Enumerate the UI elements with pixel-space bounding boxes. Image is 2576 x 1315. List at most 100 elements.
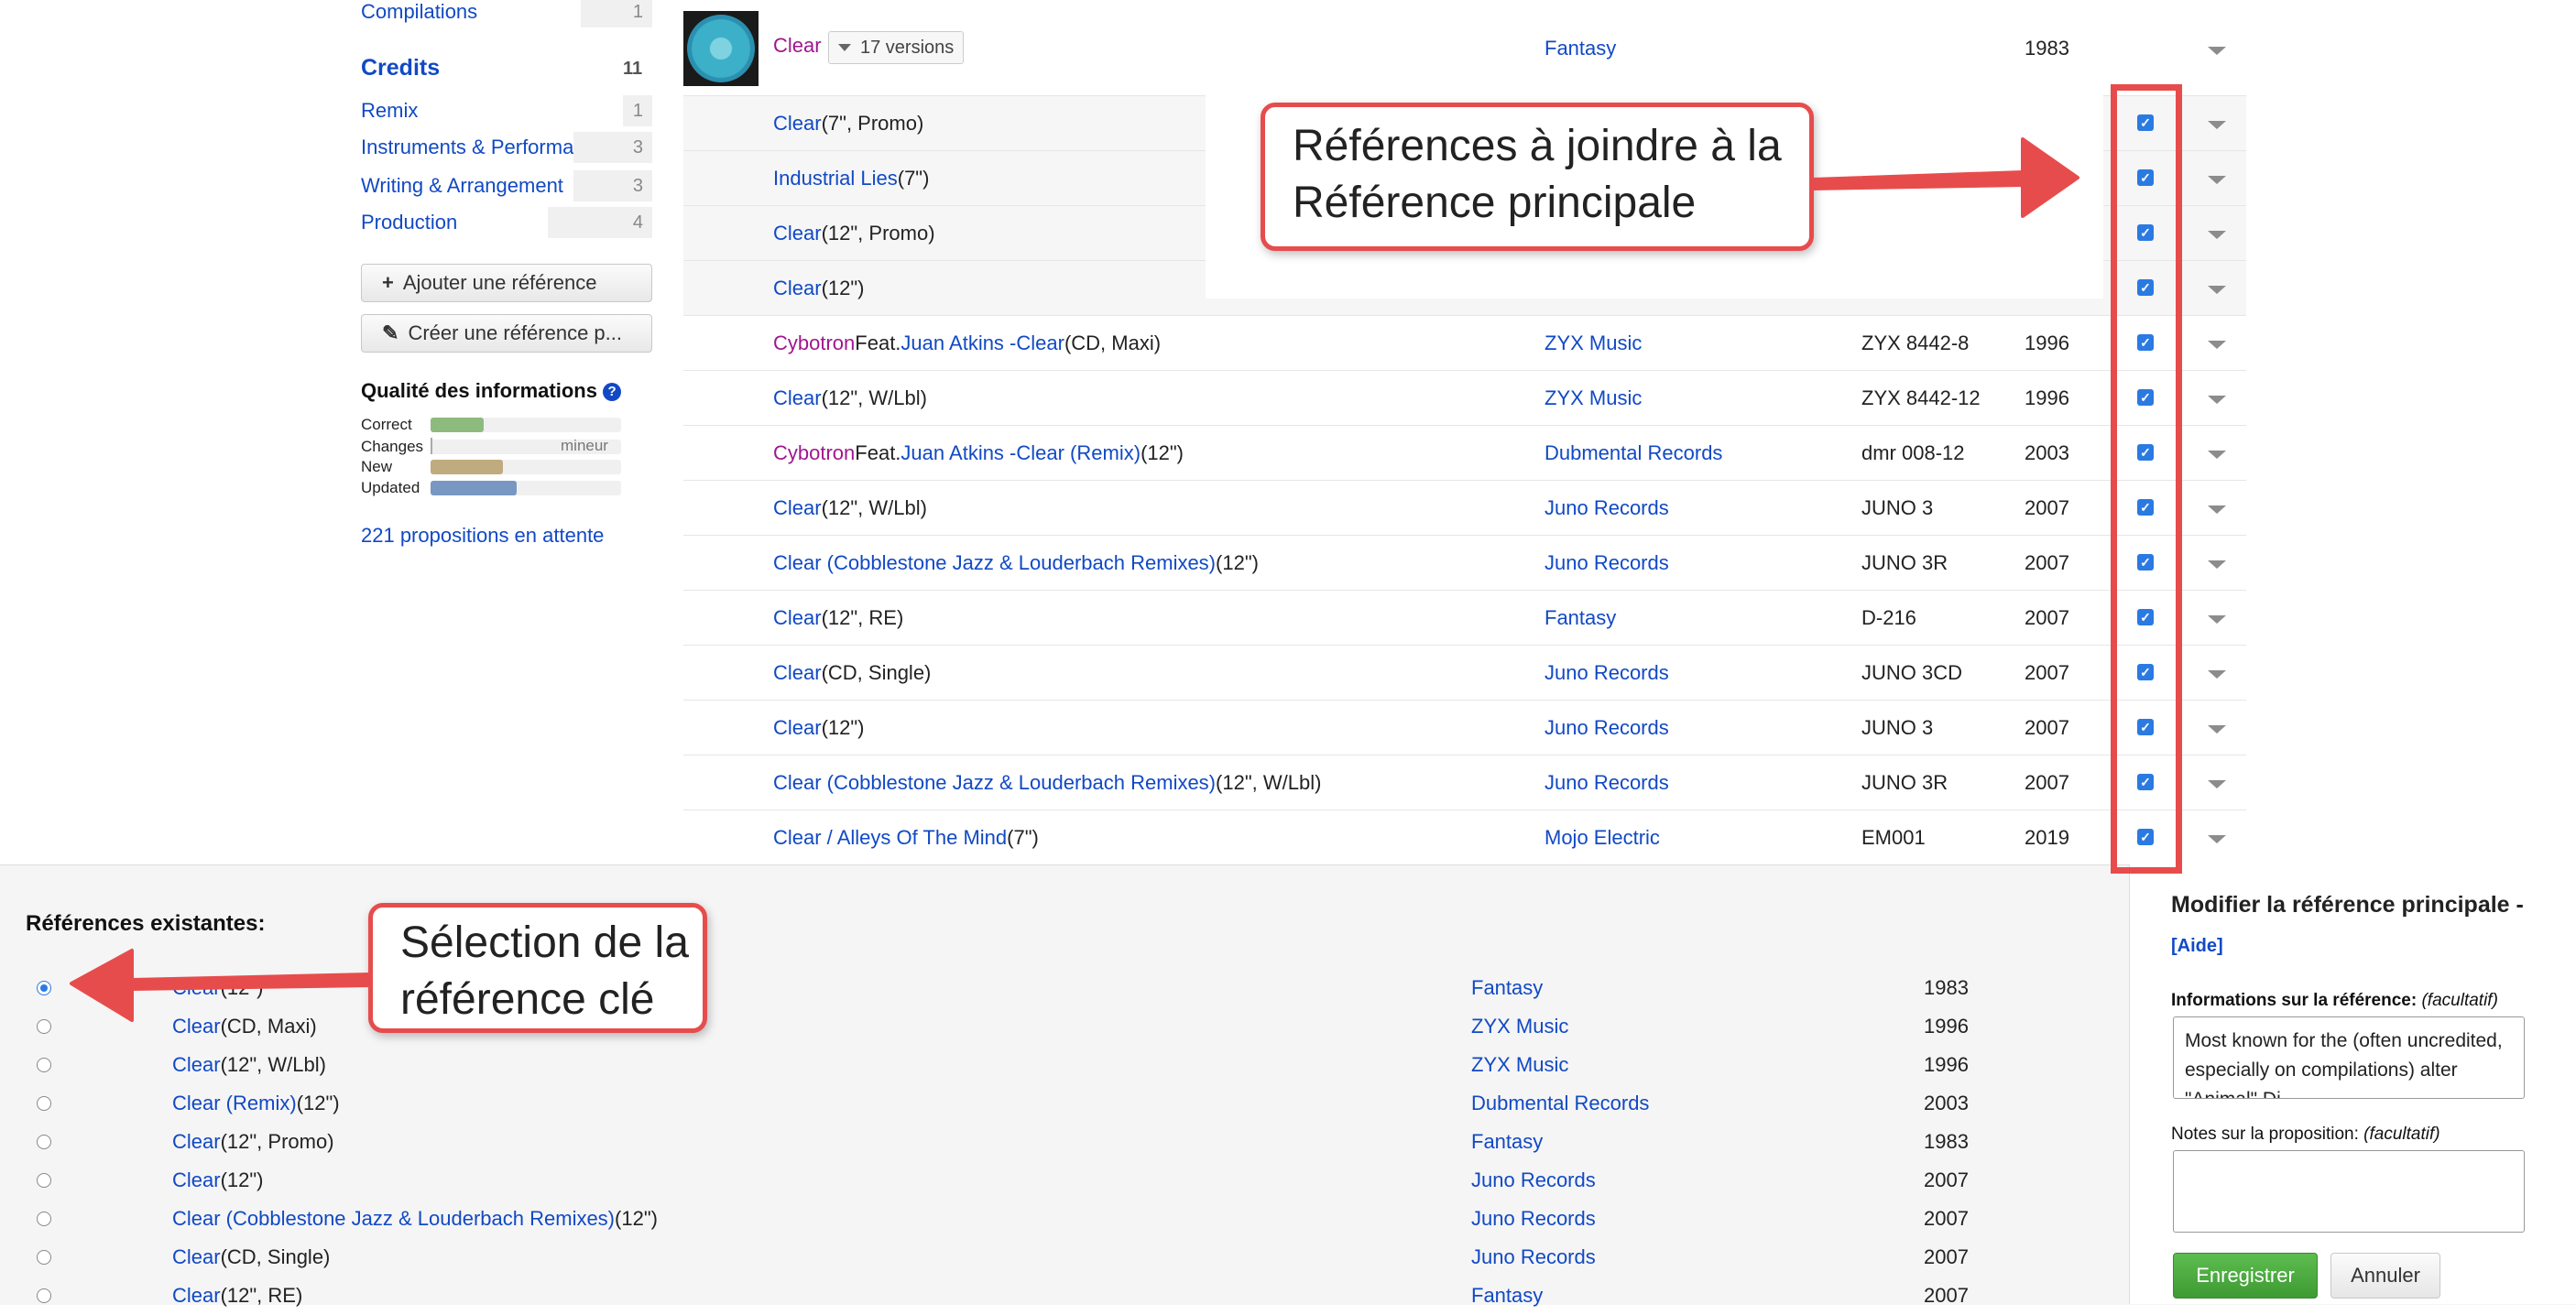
release-format: (12", W/Lbl) (821, 386, 927, 409)
release-title-link[interactable]: Clear (773, 716, 822, 740)
release-title-link[interactable]: Clear (Cobblestone Jazz & Louderbach Rem… (773, 771, 1216, 795)
key-reference-radio[interactable] (37, 1173, 51, 1188)
reference-label-link[interactable]: Dubmental Records (1471, 1084, 1649, 1123)
key-reference-radio[interactable] (37, 1019, 51, 1034)
help-link[interactable]: [Aide] (2171, 936, 2223, 957)
sidebar-item-label[interactable]: Remix (361, 99, 654, 123)
reference-year: 1996 (1924, 1015, 1969, 1038)
release-label-link[interactable]: Dubmental Records (1545, 426, 1722, 481)
master-label-link[interactable]: Fantasy (1545, 37, 1616, 60)
release-format: (7", Promo) (821, 112, 924, 135)
release-title-link[interactable]: Clear (773, 606, 822, 630)
chevron-down-icon[interactable] (2208, 396, 2226, 404)
reference-label-link[interactable]: ZYX Music (1471, 1046, 1568, 1084)
chevron-down-icon[interactable] (2208, 47, 2226, 55)
release-title-link[interactable]: Clear (773, 277, 822, 300)
chevron-down-icon[interactable] (2208, 231, 2226, 239)
reference-title-link[interactable]: Clear (Cobblestone Jazz & Louderbach Rem… (172, 1207, 615, 1231)
reference-title-link[interactable]: Clear (172, 1245, 221, 1269)
chevron-down-icon[interactable] (2208, 780, 2226, 788)
release-title-cell: Clear (12", Promo) (773, 206, 935, 261)
release-title-link[interactable]: Clear / Alleys Of The Mind (773, 826, 1007, 850)
save-button[interactable]: Enregistrer (2173, 1253, 2318, 1299)
reference-label-link[interactable]: Juno Records (1471, 1200, 1596, 1238)
key-reference-radio[interactable] (37, 1058, 51, 1072)
cover-thumbnail[interactable] (683, 11, 759, 86)
arrow-right-icon (1812, 137, 2079, 218)
chevron-down-icon[interactable] (2208, 560, 2226, 569)
chevron-down-icon[interactable] (2208, 121, 2226, 129)
master-title[interactable]: Clear (773, 34, 822, 58)
release-info-textarea[interactable]: Most known for the (often uncredited, es… (2173, 1016, 2525, 1099)
release-label-link[interactable]: Fantasy (1545, 591, 1616, 646)
chevron-down-icon[interactable] (2208, 835, 2226, 843)
reference-title-link[interactable]: Clear (172, 1284, 221, 1308)
reference-format: (12", Promo) (220, 1130, 334, 1153)
reference-label-link[interactable]: Juno Records (1471, 1161, 1596, 1200)
create-reference-button[interactable]: ✎ Créer une référence p... (361, 314, 652, 353)
chevron-down-icon[interactable] (2208, 615, 2226, 624)
quality-correct-label: Correct (361, 416, 412, 433)
artist-link[interactable]: Cybotron (773, 441, 855, 465)
master-title-text[interactable]: Clear (773, 34, 822, 57)
release-title-link[interactable]: Clear (773, 661, 822, 685)
add-reference-button[interactable]: + Ajouter une référence (361, 264, 652, 302)
reference-title-link[interactable]: Clear (172, 1168, 221, 1192)
artist-link[interactable]: Cybotron (773, 331, 855, 355)
release-label-link[interactable]: Juno Records (1545, 701, 1669, 755)
credits-heading[interactable]: Credits (361, 55, 440, 82)
chevron-down-icon[interactable] (2208, 176, 2226, 184)
release-year: 1996 (2025, 331, 2069, 354)
reference-year: 2007 (1924, 1168, 1969, 1191)
existing-references-title: Références existantes: (26, 911, 266, 936)
reference-label-link[interactable]: Fantasy (1471, 1123, 1543, 1161)
key-reference-radio[interactable] (37, 1250, 51, 1265)
release-label-link[interactable]: ZYX Music (1545, 371, 1642, 426)
chevron-down-icon[interactable] (2208, 286, 2226, 294)
chevron-down-icon[interactable] (2208, 341, 2226, 349)
release-title-link[interactable]: Clear (1016, 331, 1064, 355)
release-label-link[interactable]: Juno Records (1545, 646, 1669, 701)
help-icon[interactable]: ? (603, 383, 622, 401)
release-title-link[interactable]: Clear (773, 496, 822, 520)
existing-reference-row: Clear (Remix) (12") Dubmental Records 2003 (0, 1084, 2125, 1123)
reference-label-link[interactable]: Fantasy (1471, 969, 1543, 1007)
chevron-down-icon[interactable] (2208, 505, 2226, 514)
release-title-link[interactable]: Clear (Remix) (1016, 441, 1141, 465)
release-title-link[interactable]: Clear (Cobblestone Jazz & Louderbach Rem… (773, 551, 1216, 575)
release-label-link[interactable]: ZYX Music (1545, 316, 1642, 371)
release-title-link[interactable]: Clear (773, 386, 822, 410)
button-label: Ajouter une référence (402, 271, 597, 294)
pending-proposals-link[interactable]: 221 propositions en attente (361, 524, 604, 548)
release-label-link[interactable]: Mojo Electric (1545, 810, 1660, 865)
release-title-link[interactable]: Clear (773, 112, 822, 136)
release-title-cell: Cybotron Feat. Juan Atkins - Clear (Remi… (773, 426, 1184, 481)
reference-title-link[interactable]: Clear (172, 1053, 221, 1077)
release-label-link[interactable]: Juno Records (1545, 481, 1669, 536)
chevron-down-icon[interactable] (2208, 451, 2226, 459)
featured-artist-link[interactable]: Juan Atkins - (901, 331, 1016, 355)
reference-year: 2007 (1924, 1207, 1969, 1230)
key-reference-radio[interactable] (37, 1212, 51, 1226)
release-label-link[interactable]: Juno Records (1545, 536, 1669, 591)
reference-label-link[interactable]: ZYX Music (1471, 1007, 1568, 1046)
featured-artist-link[interactable]: Juan Atkins - (901, 441, 1016, 465)
reference-label-link[interactable]: Fantasy (1471, 1277, 1543, 1315)
reference-title-link[interactable]: Clear (Remix) (172, 1092, 297, 1115)
release-format: (CD, Maxi) (1064, 331, 1162, 354)
versions-toggle[interactable]: 17 versions (828, 31, 965, 64)
cancel-button[interactable]: Annuler (2330, 1253, 2440, 1299)
release-label-link[interactable]: Juno Records (1545, 755, 1669, 810)
key-reference-radio[interactable] (37, 981, 51, 995)
chevron-down-icon[interactable] (2208, 670, 2226, 679)
key-reference-radio[interactable] (37, 1135, 51, 1149)
submission-notes-textarea[interactable] (2173, 1150, 2525, 1233)
key-reference-radio[interactable] (37, 1288, 51, 1303)
release-title-link[interactable]: Clear (773, 222, 822, 245)
reference-label-link[interactable]: Juno Records (1471, 1238, 1596, 1277)
key-reference-radio[interactable] (37, 1096, 51, 1111)
sidebar-item-remix[interactable]: Remix (361, 95, 654, 126)
release-title-link[interactable]: Industrial Lies (773, 167, 898, 190)
chevron-down-icon[interactable] (2208, 725, 2226, 734)
reference-title-link[interactable]: Clear (172, 1130, 221, 1154)
